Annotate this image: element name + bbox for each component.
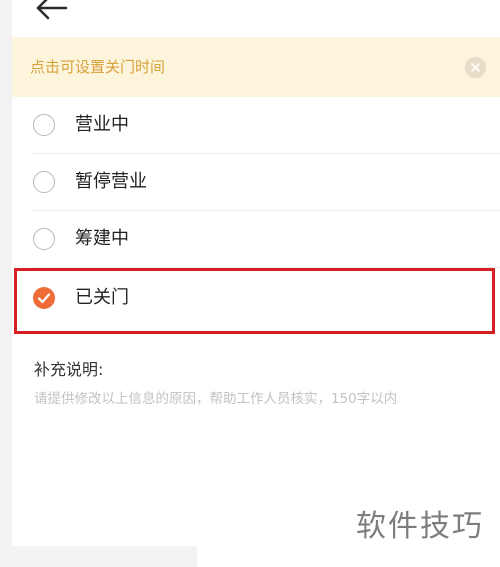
notice-text: 点击可设置关门时间 <box>30 58 166 76</box>
radio-unchecked-icon[interactable] <box>33 114 55 136</box>
bottom-button-partial[interactable] <box>12 546 197 567</box>
back-button[interactable] <box>34 0 70 22</box>
highlight-annotation-box <box>14 268 495 334</box>
status-option-operating[interactable]: 营业中 <box>12 98 500 154</box>
radio-unchecked-icon[interactable] <box>33 171 55 193</box>
notice-banner[interactable]: 点击可设置关门时间 <box>12 37 500 97</box>
status-option-suspended[interactable]: 暂停营业 <box>12 155 500 211</box>
watermark-text: 软件技巧 <box>356 509 484 544</box>
status-option-label: 筹建中 <box>75 228 129 249</box>
status-option-label: 暂停营业 <box>75 171 147 192</box>
divider <box>32 210 500 211</box>
radio-unchecked-icon[interactable] <box>33 228 55 250</box>
status-option-under-construction[interactable]: 筹建中 <box>12 212 500 268</box>
close-circle-icon <box>471 63 480 72</box>
note-input[interactable] <box>34 389 484 509</box>
note-title: 补充说明: <box>34 360 104 379</box>
status-option-label: 营业中 <box>75 114 129 135</box>
divider <box>32 153 500 154</box>
notice-close-button[interactable] <box>465 57 486 78</box>
arrow-left-icon <box>36 0 68 20</box>
